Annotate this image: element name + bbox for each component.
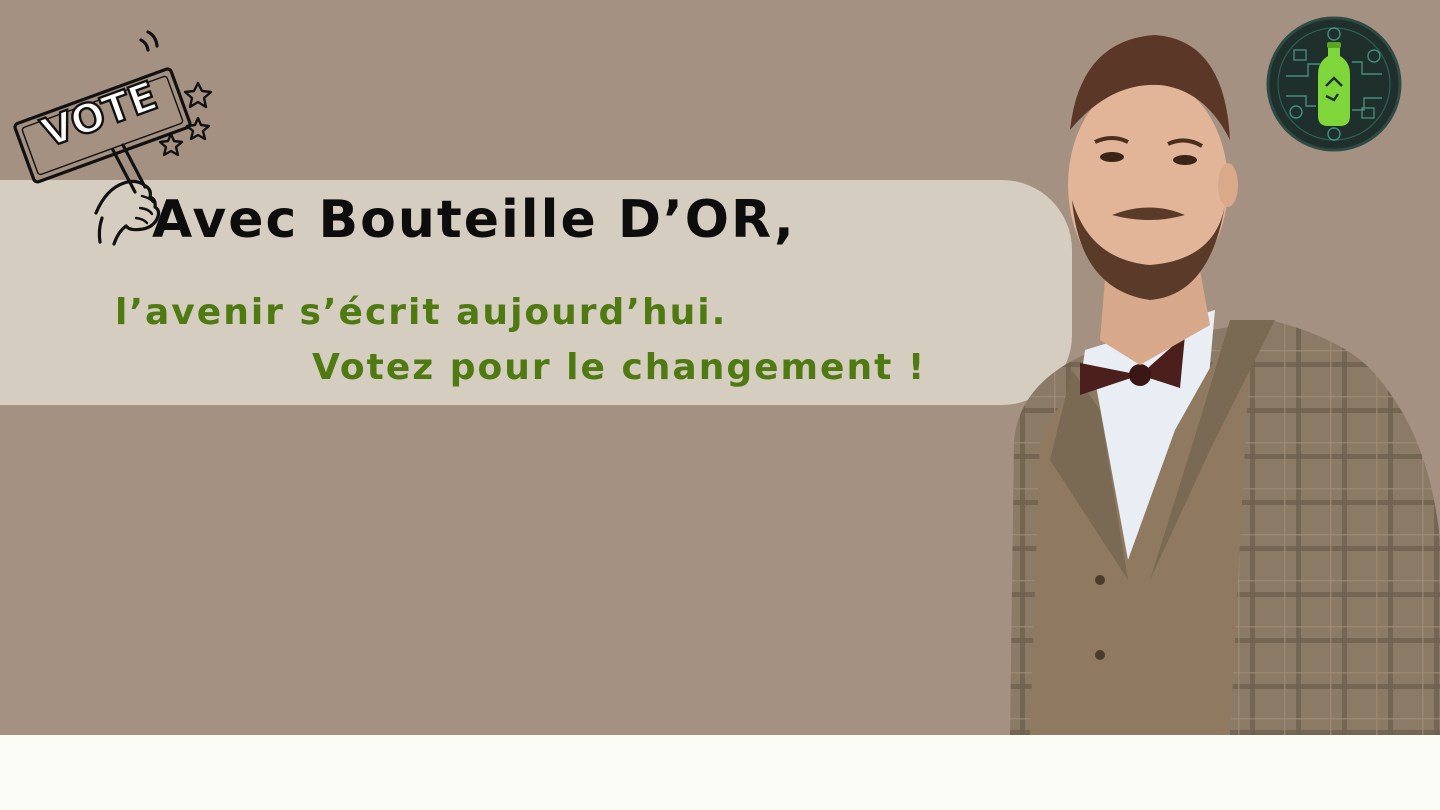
recycle-bottle-logo [1266, 16, 1402, 152]
headline: Avec Bouteille D’OR, [152, 190, 796, 250]
footer-strip [0, 735, 1440, 810]
tagline-line-1: l’avenir s’écrit aujourd’hui. [115, 292, 728, 333]
campaign-banner: VOTE Avec Bouteille D’OR, l’avenir s’écr… [0, 0, 1440, 735]
tagline-line-2: Votez pour le changement ! [312, 347, 927, 388]
